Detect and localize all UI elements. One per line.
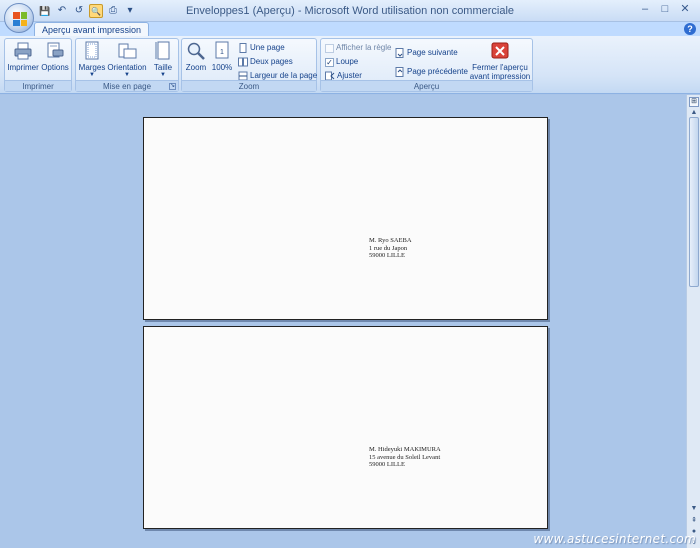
show-ruler-check-icon xyxy=(325,43,334,53)
show-ruler-label: Afficher la règle xyxy=(336,43,392,52)
group-zoom: Zoom 1 100% Une page Deux pages Largeur … xyxy=(181,38,317,92)
help-icon[interactable]: ? xyxy=(684,23,696,35)
group-imprimer: Imprimer Options Imprimer xyxy=(4,38,72,92)
recipient-address-1: M. Ryo SAEBA 1 rue du Japon 59000 LILLE xyxy=(369,237,412,260)
dialog-launcher-icon[interactable]: ↘ xyxy=(169,83,176,90)
recipient-address-2: M. Hideyuki MAKIMURA 15 avenue du Soleil… xyxy=(369,446,441,469)
tab-print-preview[interactable]: Aperçu avant impression xyxy=(34,22,150,37)
printer-icon xyxy=(14,42,32,60)
chevron-down-icon: ▼ xyxy=(89,72,95,78)
page-100-icon: 1 xyxy=(215,41,229,59)
view-ruler-icon[interactable]: ⊞ xyxy=(689,97,699,107)
watermark: www.astucesinternet.com xyxy=(533,532,696,546)
scroll-down-icon[interactable]: ▼ xyxy=(688,503,700,514)
group-label-apercu: Aperçu xyxy=(321,80,532,91)
window-title: Enveloppes1 (Aperçu) - Microsoft Word ut… xyxy=(185,5,515,17)
previous-page-icon[interactable]: ⇞ xyxy=(688,515,700,526)
size-button[interactable]: Taille ▼ xyxy=(149,41,177,79)
group-mise-en-page: Marges ▼ Orientation ▼ Taille ▼ Mise en … xyxy=(75,38,179,92)
zoom-100-button[interactable]: 1 100% xyxy=(210,41,234,79)
address-line: M. Hideyuki MAKIMURA xyxy=(369,446,441,453)
close-preview-label-1: Fermer l'aperçu xyxy=(472,63,528,72)
group-label-mise-en-page: Mise en page xyxy=(76,80,178,91)
zoom-button[interactable]: Zoom xyxy=(184,41,208,79)
address-line: 15 avenue du Soleil Levant xyxy=(369,453,441,461)
one-page-icon xyxy=(239,43,247,53)
prev-page-button[interactable]: Page précédente xyxy=(395,66,468,78)
margins-icon xyxy=(85,41,99,60)
prev-page-label: Page précédente xyxy=(407,67,468,76)
print-button-label: Imprimer xyxy=(7,63,39,72)
maximize-button[interactable]: □ xyxy=(656,2,674,17)
options-button-label: Options xyxy=(41,63,69,72)
close-preview-button[interactable]: Fermer l'aperçu avant impression xyxy=(469,41,531,81)
close-window-button[interactable]: ✕ xyxy=(676,2,694,17)
size-button-label: Taille xyxy=(153,63,173,72)
magnifier-checkbox[interactable]: ✓ Loupe xyxy=(325,56,358,68)
preview-workspace[interactable]: M. Ryo SAEBA 1 rue du Japon 59000 LILLE … xyxy=(0,95,686,548)
orientation-icon xyxy=(118,43,137,59)
address-line: M. Ryo SAEBA xyxy=(369,237,412,244)
address-line: 59000 LILLE xyxy=(369,461,405,468)
envelope-page-1: M. Ryo SAEBA 1 rue du Japon 59000 LILLE xyxy=(143,117,548,320)
next-page-icon xyxy=(395,48,404,58)
one-page-button[interactable]: Une page xyxy=(238,42,285,54)
magnifier-label: Loupe xyxy=(336,57,359,66)
group-label-imprimer: Imprimer xyxy=(5,80,71,91)
print-options-icon xyxy=(47,42,64,58)
margins-button[interactable]: Marges ▼ xyxy=(78,41,106,79)
magnifier-check-icon: ✓ xyxy=(325,57,334,67)
next-page-button[interactable]: Page suivante xyxy=(395,47,458,59)
page-size-icon xyxy=(155,41,170,60)
chevron-down-icon: ▼ xyxy=(160,72,166,78)
orientation-button[interactable]: Orientation ▼ xyxy=(106,41,148,79)
envelope-page-2: M. Hideyuki MAKIMURA 15 avenue du Soleil… xyxy=(143,326,548,529)
zoom-100-label: 100% xyxy=(211,63,233,72)
close-preview-icon xyxy=(491,42,509,59)
scrollbar-thumb[interactable] xyxy=(689,117,699,287)
ribbon-tab-strip: Aperçu avant impression ? xyxy=(0,22,700,37)
vertical-scrollbar[interactable]: ⊞ ▲ ▼ ⇞ ● ⇟ xyxy=(686,95,700,548)
two-pages-button[interactable]: Deux pages xyxy=(238,56,293,68)
print-button[interactable]: Imprimer xyxy=(7,41,39,79)
magnifier-icon xyxy=(187,42,205,60)
group-label-zoom: Zoom xyxy=(182,80,316,91)
two-pages-icon xyxy=(238,57,248,67)
address-line: 59000 LILLE xyxy=(369,252,405,259)
prev-page-icon xyxy=(395,67,404,77)
ribbon: Imprimer Options Imprimer Marges ▼ Orien… xyxy=(0,36,700,94)
svg-text:1: 1 xyxy=(220,49,224,56)
group-apercu: Afficher la règle ✓ Loupe Ajuster Page s… xyxy=(320,38,533,92)
two-pages-label: Deux pages xyxy=(250,57,293,66)
office-logo-icon xyxy=(13,12,27,26)
next-page-label: Page suivante xyxy=(407,48,458,57)
minimize-button[interactable]: – xyxy=(636,2,654,17)
zoom-button-label: Zoom xyxy=(185,63,207,72)
title-bar: 💾 ↶ ↺ 🔍 ⎙ ▾ Enveloppes1 (Aperçu) - Micro… xyxy=(0,0,700,33)
margins-button-label: Marges xyxy=(78,63,106,72)
options-button[interactable]: Options xyxy=(40,41,70,79)
office-button[interactable] xyxy=(4,3,34,33)
orientation-button-label: Orientation xyxy=(107,63,147,72)
chevron-down-icon: ▼ xyxy=(124,72,130,78)
show-ruler-checkbox[interactable]: Afficher la règle xyxy=(325,42,391,54)
address-line: 1 rue du Japon xyxy=(369,244,408,252)
one-page-label: Une page xyxy=(250,43,285,52)
